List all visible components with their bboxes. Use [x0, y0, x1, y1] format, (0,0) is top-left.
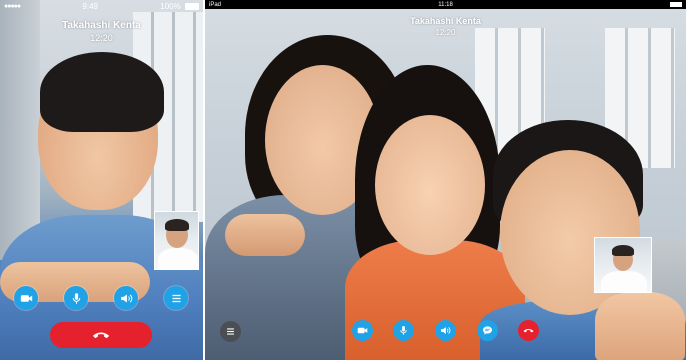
microphone-icon: [400, 326, 407, 335]
hang-up-icon: [523, 328, 534, 333]
caller-name: Takahashi Kenta: [62, 20, 141, 31]
self-view-hair: [165, 219, 189, 231]
speaker-icon: [441, 327, 451, 334]
video-person-hair: [40, 52, 164, 132]
speaker-icon: [120, 293, 132, 303]
self-view-body: [158, 248, 198, 269]
video-person-face: [375, 115, 485, 255]
chat-bubble-icon: [483, 326, 492, 335]
speaker-button[interactable]: [114, 286, 138, 310]
menu-icon: [171, 294, 181, 302]
battery-icon: [670, 2, 682, 7]
device-label: iPad: [209, 1, 222, 8]
end-call-button[interactable]: [50, 322, 152, 348]
menu-icon: [227, 328, 234, 335]
video-button[interactable]: [352, 320, 373, 341]
battery-percent: 100%: [160, 1, 181, 11]
tablet-status-bar: iPad 11:18: [205, 0, 686, 9]
self-view-body: [601, 271, 647, 292]
mute-button[interactable]: [393, 320, 414, 341]
tablet-call-screen: iPad 11:18 Takahashi Kenta 12:20: [205, 0, 686, 360]
mute-button[interactable]: [64, 286, 88, 310]
signal-indicator: ●●●●●: [4, 2, 21, 10]
self-view-preview[interactable]: [594, 237, 652, 293]
status-time: 11:18: [438, 1, 453, 8]
video-person-hand: [225, 214, 305, 256]
call-duration: 12:20: [435, 28, 456, 37]
phone-status-bar: ●●●●● 9:49 100%: [0, 0, 203, 12]
battery-indicator: 100%: [160, 2, 199, 11]
menu-button[interactable]: [164, 286, 188, 310]
caller-name: Takahashi Kenta: [410, 16, 481, 26]
call-duration: 12:20: [90, 33, 113, 43]
chat-button[interactable]: [477, 320, 498, 341]
hang-up-icon: [92, 332, 110, 339]
self-view-preview[interactable]: [154, 211, 199, 270]
phone-call-screen: ●●●●● 9:49 100% Takahashi Kenta 12:20: [0, 0, 203, 360]
video-camera-icon: [357, 327, 368, 334]
video-person-hand: [595, 292, 685, 360]
status-time: 9:49: [82, 1, 98, 11]
battery-icon: [184, 2, 199, 10]
menu-button[interactable]: [220, 321, 241, 342]
end-call-button[interactable]: [518, 320, 539, 341]
video-button[interactable]: [14, 286, 38, 310]
video-camera-icon: [20, 294, 32, 302]
microphone-icon: [72, 292, 80, 304]
self-view-hair: [612, 245, 634, 256]
speaker-button[interactable]: [435, 320, 456, 341]
